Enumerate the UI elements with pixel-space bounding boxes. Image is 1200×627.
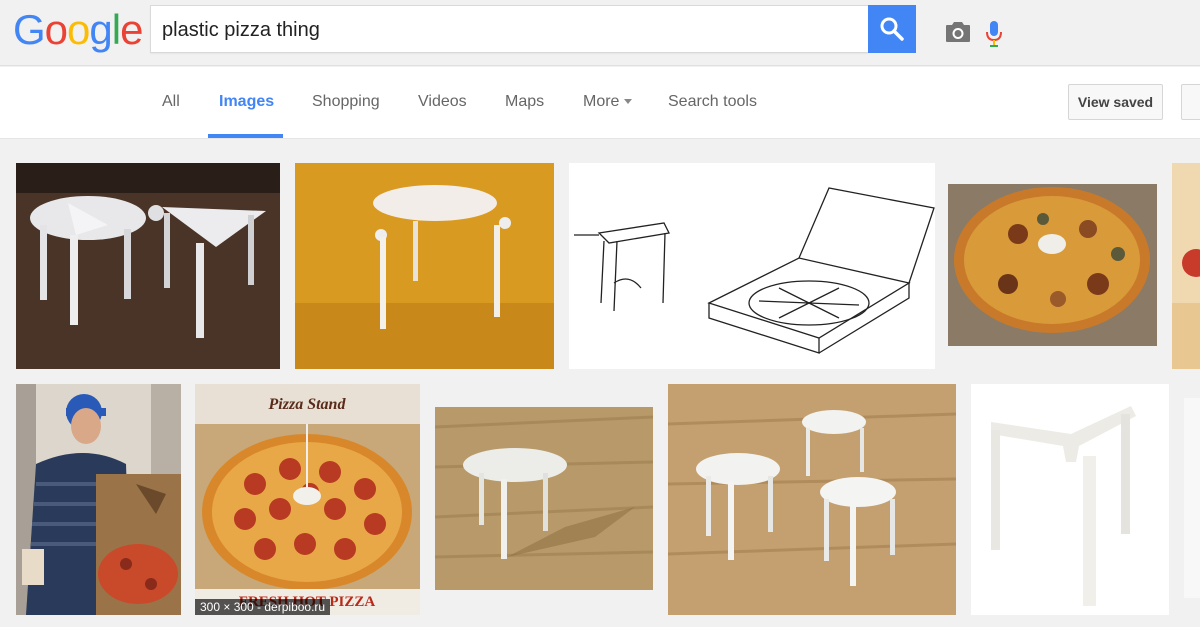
tab-bar: All Images Shopping Videos Maps More Sea…	[0, 67, 1200, 139]
logo-letter: o	[67, 6, 90, 53]
image-result[interactable]	[435, 407, 653, 590]
search-box	[150, 5, 1002, 53]
view-saved-button[interactable]: View saved	[1068, 84, 1163, 120]
image-result[interactable]	[971, 384, 1169, 615]
logo-letter: g	[89, 6, 112, 53]
image-result[interactable]	[295, 163, 554, 369]
header: Google	[0, 0, 1200, 66]
image-result[interactable]	[16, 163, 280, 369]
logo-letter: o	[44, 6, 68, 53]
tab-images[interactable]: Images	[219, 93, 274, 111]
image-result[interactable]	[569, 163, 935, 369]
search-button[interactable]	[868, 5, 916, 53]
tab-shopping[interactable]: Shopping	[312, 93, 380, 111]
tab-maps[interactable]: Maps	[505, 93, 544, 111]
image-result[interactable]: Pizza Stand FRESH HOT PIZZA 300 × 300 - …	[195, 384, 420, 615]
search-input[interactable]	[162, 18, 782, 42]
tab-search-tools[interactable]: Search tools	[668, 93, 757, 111]
tab-more[interactable]: More	[583, 93, 633, 111]
box-title-text: Pizza Stand	[268, 396, 347, 413]
microphone-icon[interactable]	[985, 20, 1003, 48]
image-result[interactable]	[668, 384, 956, 615]
tab-all[interactable]: All	[162, 93, 180, 111]
image-result[interactable]	[1184, 398, 1200, 598]
google-logo[interactable]: Google	[13, 6, 143, 53]
camera-icon[interactable]	[945, 21, 973, 45]
settings-button[interactable]	[1181, 84, 1200, 120]
logo-letter: G	[13, 6, 46, 53]
tab-videos[interactable]: Videos	[418, 93, 467, 111]
active-tab-indicator	[208, 134, 283, 138]
image-result[interactable]	[16, 384, 181, 615]
image-results-grid: Pizza Stand FRESH HOT PIZZA 300 × 300 - …	[0, 140, 1200, 627]
image-result[interactable]	[1172, 163, 1200, 369]
search-icon	[880, 17, 904, 41]
image-result[interactable]	[948, 184, 1157, 346]
chevron-down-icon	[624, 99, 633, 105]
tab-more-label: More	[583, 93, 620, 110]
logo-letter: l	[111, 6, 121, 53]
logo-letter: e	[120, 6, 143, 53]
image-caption: 300 × 300 - derpiboo.ru	[195, 599, 331, 615]
